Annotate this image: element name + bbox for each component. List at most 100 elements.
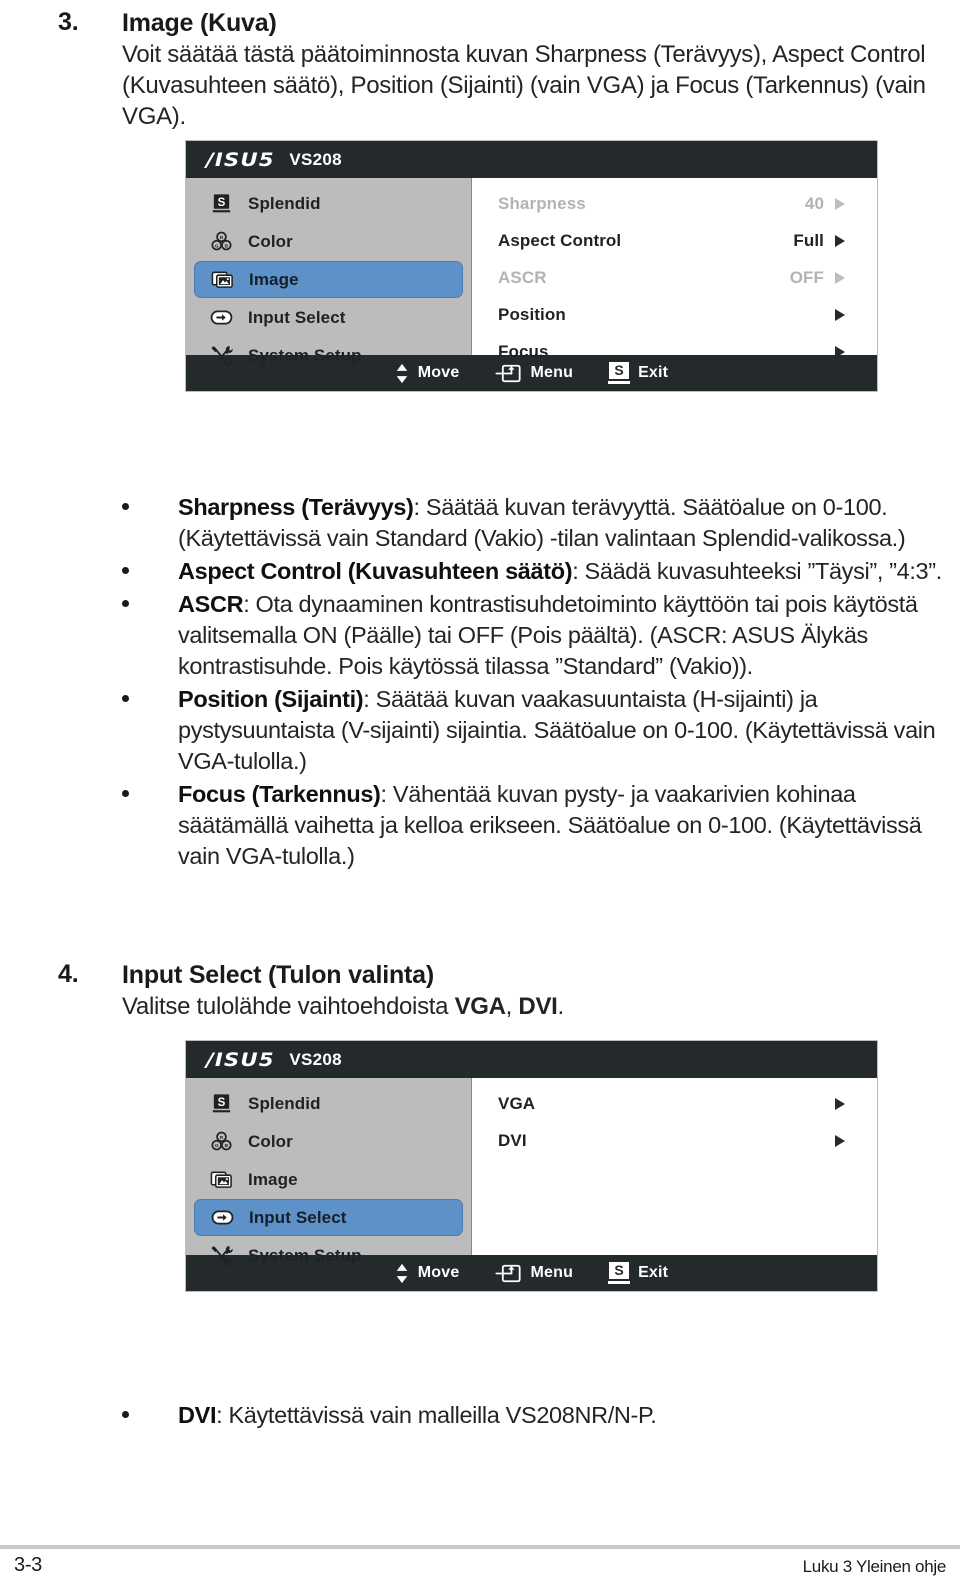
splendid-s-icon: S xyxy=(608,362,631,384)
chevron-right-icon xyxy=(835,1134,855,1147)
menu-row-label: ASCR xyxy=(498,267,547,287)
svg-text:S: S xyxy=(218,197,226,209)
sidebar-item-input-select[interactable]: Input Select xyxy=(194,299,463,336)
chevron-right-icon xyxy=(835,197,855,210)
chevron-right-icon xyxy=(835,234,855,247)
bullet-item: Aspect Control (Kuvasuhteen säätö): Sääd… xyxy=(0,556,960,587)
bullet-term: DVI xyxy=(178,1402,217,1428)
bullet-term: Sharpness (Terävyys) xyxy=(178,494,414,520)
bullet-dot-icon xyxy=(122,567,129,574)
bullet-list-input: DVI: Käytettävissä vain malleilla VS208N… xyxy=(0,1400,960,1433)
svg-text:G: G xyxy=(215,1143,219,1149)
bullet-dot-icon xyxy=(122,600,129,607)
sidebar-item-color[interactable]: R G B Color xyxy=(194,1123,463,1160)
bullet-dot-icon xyxy=(122,790,129,797)
osd-footer-move[interactable]: Move xyxy=(395,363,460,384)
image-picture-icon xyxy=(210,1171,232,1188)
chevron-right-icon xyxy=(835,345,855,358)
menu-enter-icon xyxy=(495,364,522,382)
sidebar-item-label: Splendid xyxy=(248,193,321,213)
bullet-text: : Käytettävissä vain malleilla VS208NR/N… xyxy=(216,1402,657,1428)
section-4-number: 4. xyxy=(58,960,79,988)
bullet-item: ASCR: Ota dynaaminen kontrastisuhdetoimi… xyxy=(0,589,960,682)
chevron-right-icon xyxy=(835,308,855,321)
asus-logo: /ISU5 xyxy=(206,1048,275,1071)
bullet-term: Aspect Control (Kuvasuhteen säätö) xyxy=(178,558,573,584)
section-3-paragraph: Voit säätää tästä päätoiminnosta kuvan S… xyxy=(122,41,926,130)
bullet-text: : Säädä kuvasuhteeksi ”Täysi”, ”4:3”. xyxy=(572,558,942,584)
section-4-dvi-label: DVI xyxy=(518,993,558,1020)
svg-text:B: B xyxy=(225,1143,229,1149)
osd-sidebar: S Splendid R G B Color Image Input Select System… xyxy=(186,178,472,366)
sidebar-item-label: System Setup xyxy=(248,345,362,365)
osd-menu-input-select: /ISU5 VS208 S Splendid R G B Color Image Input … xyxy=(185,1040,878,1292)
svg-text:S: S xyxy=(218,1097,226,1109)
sidebar-item-label: Color xyxy=(248,1131,293,1151)
menu-row-position[interactable]: Position xyxy=(472,296,877,333)
menu-enter-icon xyxy=(495,1264,522,1282)
bullet-item: Position (Sijainti): Säätää kuvan vaakas… xyxy=(0,684,960,777)
osd-footer-label: Menu xyxy=(530,364,574,381)
sidebar-item-image[interactable]: Image xyxy=(194,261,463,298)
sidebar-item-label: Input Select xyxy=(249,1207,347,1227)
svg-text:R: R xyxy=(220,1135,224,1141)
svg-text:B: B xyxy=(225,243,229,249)
menu-row-value: Full xyxy=(793,230,824,250)
osd-footer-exit[interactable]: S Exit xyxy=(608,362,669,384)
splendid-s-icon: S xyxy=(608,1262,631,1284)
bullet-text: : Ota dynaaminen kontrastisuhdetoiminto … xyxy=(178,591,918,679)
page-number: 3-3 xyxy=(14,1554,43,1576)
osd-footer-label: Exit xyxy=(638,1264,669,1281)
menu-row-aspect-control[interactable]: Aspect Control Full xyxy=(472,222,877,259)
chevron-right-icon xyxy=(835,1097,855,1110)
sidebar-item-color[interactable]: R G B Color xyxy=(194,223,463,260)
osd-titlebar: /ISU5 VS208 xyxy=(186,141,877,178)
osd-footer-move[interactable]: Move xyxy=(395,1263,460,1284)
menu-row-ascr[interactable]: ASCR OFF xyxy=(472,259,877,296)
sidebar-item-image[interactable]: Image xyxy=(194,1161,463,1198)
osd-footer-menu[interactable]: Menu xyxy=(495,364,573,383)
section-4-paragraph-post: . xyxy=(557,993,565,1020)
footer-divider xyxy=(0,1545,960,1549)
osd-main-panel: VGA DVI xyxy=(472,1078,877,1255)
sidebar-item-splendid[interactable]: S Splendid xyxy=(194,185,463,222)
system-setup-tools-icon xyxy=(211,346,233,366)
menu-row-label: Aspect Control xyxy=(498,230,622,250)
svg-text:G: G xyxy=(215,243,219,249)
sidebar-item-label: System Setup xyxy=(248,1245,362,1265)
menu-row-label: Position xyxy=(498,304,566,324)
osd-footer-menu[interactable]: Menu xyxy=(495,1264,573,1283)
menu-row-dvi[interactable]: DVI xyxy=(472,1122,877,1159)
bullet-term: Focus (Tarkennus) xyxy=(178,781,381,807)
osd-footer-exit[interactable]: S Exit xyxy=(608,1262,669,1284)
image-picture-icon xyxy=(211,271,233,288)
chapter-label: Luku 3 Yleinen ohje xyxy=(802,1557,947,1576)
sidebar-item-splendid[interactable]: S Splendid xyxy=(194,1085,463,1122)
section-4-paragraph-mid: , xyxy=(505,993,519,1020)
color-rgb-icon: RG B xyxy=(211,1131,232,1151)
asus-logo: /ISU5 xyxy=(206,148,275,171)
sidebar-item-label: Color xyxy=(248,231,293,251)
osd-footer-label: Exit xyxy=(638,364,669,381)
osd-footer-label: Menu xyxy=(530,1264,574,1281)
menu-row-vga[interactable]: VGA xyxy=(472,1085,877,1122)
bullet-list-image: Sharpness (Terävyys): Säätää kuvan teräv… xyxy=(0,492,960,874)
menu-row-value: 40 xyxy=(804,193,824,213)
menu-row-label: Focus xyxy=(498,341,549,361)
section-4-paragraph: Valitse tulolähde vaihtoehdoista VGA, DV… xyxy=(122,991,932,1022)
sidebar-item-input-select[interactable]: Input Select xyxy=(194,1199,463,1236)
bullet-dot-icon xyxy=(122,503,129,510)
sidebar-item-label: Input Select xyxy=(248,307,346,327)
bullet-term: Position (Sijainti) xyxy=(178,686,364,712)
bullet-item: Sharpness (Terävyys): Säätää kuvan teräv… xyxy=(0,492,960,554)
input-select-arrow-icon xyxy=(211,1210,234,1225)
sidebar-item-label: Image xyxy=(249,269,299,289)
osd-footer-label: Move xyxy=(417,1264,460,1281)
updown-arrows-icon xyxy=(396,1263,408,1283)
section-3-number: 3. xyxy=(58,8,79,36)
osd-menu-image: /ISU5 VS208 S Splendid R G B Color Image Input … xyxy=(185,140,878,392)
menu-row-sharpness[interactable]: Sharpness 40 xyxy=(472,185,877,222)
updown-arrows-icon xyxy=(396,363,408,383)
bullet-item: Focus (Tarkennus): Vähentää kuvan pysty-… xyxy=(0,779,960,872)
input-select-arrow-icon xyxy=(210,310,233,325)
